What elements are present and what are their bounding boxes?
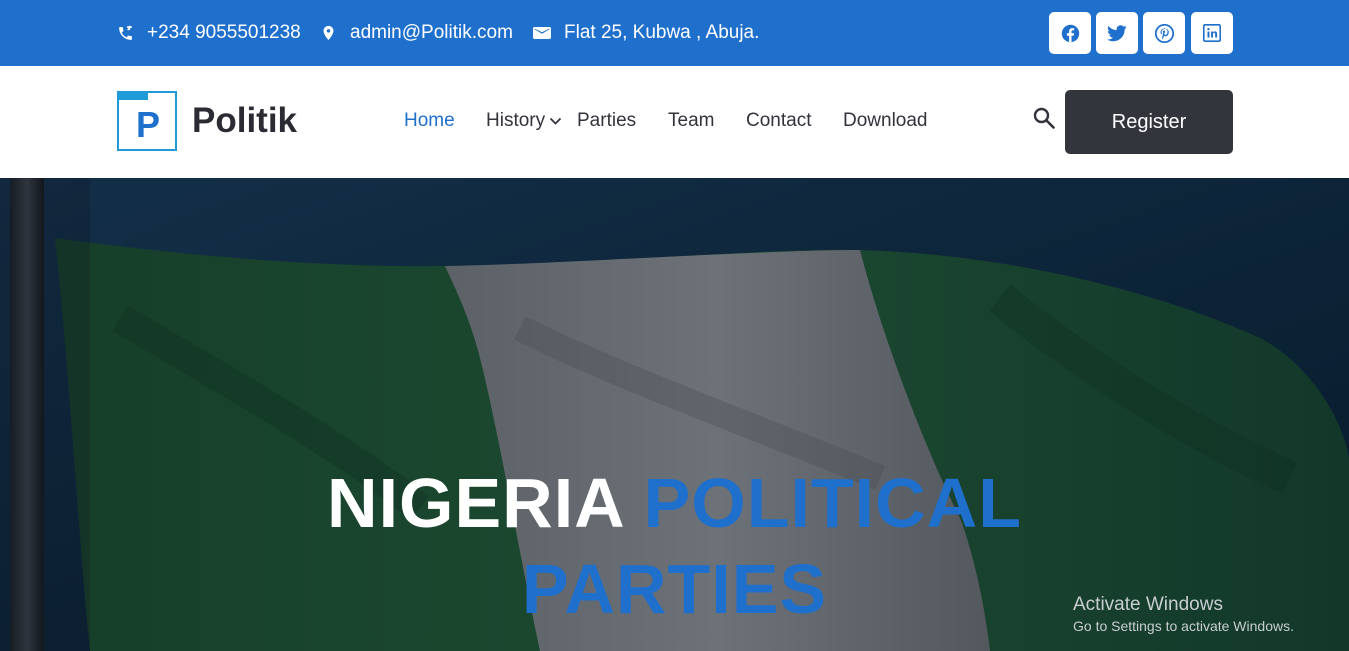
brand-name[interactable]: Politik (192, 101, 297, 141)
nav-team[interactable]: Team (668, 110, 714, 132)
phone-icon (119, 25, 132, 40)
email-contact[interactable]: admin@Politik.com (320, 0, 513, 66)
top-bar: +234 9055501238 admin@Politik.com Flat 2… (0, 0, 1349, 66)
logo-letter: P (136, 104, 160, 145)
watermark-title: Activate Windows (1073, 594, 1223, 615)
linkedin-icon (1203, 24, 1221, 42)
location-pin-icon (323, 25, 334, 41)
hero-title-line1: NIGERIA POLITICAL (0, 468, 1349, 538)
logo-mark-icon: P (117, 91, 177, 151)
phone-text: +234 9055501238 (147, 22, 301, 43)
nav-contact[interactable]: Contact (746, 110, 811, 132)
twitter-button[interactable] (1096, 12, 1138, 54)
address-contact: Flat 25, Kubwa , Abuja. (533, 0, 759, 66)
hero-banner: NIGERIA POLITICAL PARTIES (0, 178, 1349, 651)
activation-watermark: Activate Windows Go to Settings to activ… (1073, 594, 1294, 635)
brand-logo[interactable]: P (117, 91, 177, 151)
hero-word-political: POLITICAL (643, 464, 1022, 542)
watermark-subtitle: Go to Settings to activate Windows. (1073, 618, 1294, 634)
nav-home[interactable]: Home (404, 110, 455, 132)
pinterest-button[interactable] (1143, 12, 1185, 54)
nav-history[interactable]: History (486, 110, 562, 132)
nav-parties[interactable]: Parties (577, 110, 636, 132)
search-button[interactable] (1032, 106, 1056, 135)
twitter-icon (1107, 24, 1127, 41)
nav-history-label: History (486, 110, 546, 131)
facebook-button[interactable] (1049, 12, 1091, 54)
email-text: admin@Politik.com (350, 22, 513, 43)
hero-word-nigeria: NIGERIA (327, 464, 624, 542)
chevron-down-icon (549, 117, 562, 125)
search-icon (1033, 107, 1055, 129)
linkedin-button[interactable] (1191, 12, 1233, 54)
register-button[interactable]: Register (1065, 90, 1233, 154)
nav-download[interactable]: Download (843, 110, 928, 132)
pinterest-icon (1154, 23, 1174, 43)
facebook-icon (1061, 24, 1079, 42)
phone-contact[interactable]: +234 9055501238 (117, 0, 301, 66)
address-text: Flat 25, Kubwa , Abuja. (564, 22, 760, 43)
main-navbar: P Politik Home History Parties Team Cont… (0, 66, 1349, 178)
envelope-icon (533, 27, 551, 39)
